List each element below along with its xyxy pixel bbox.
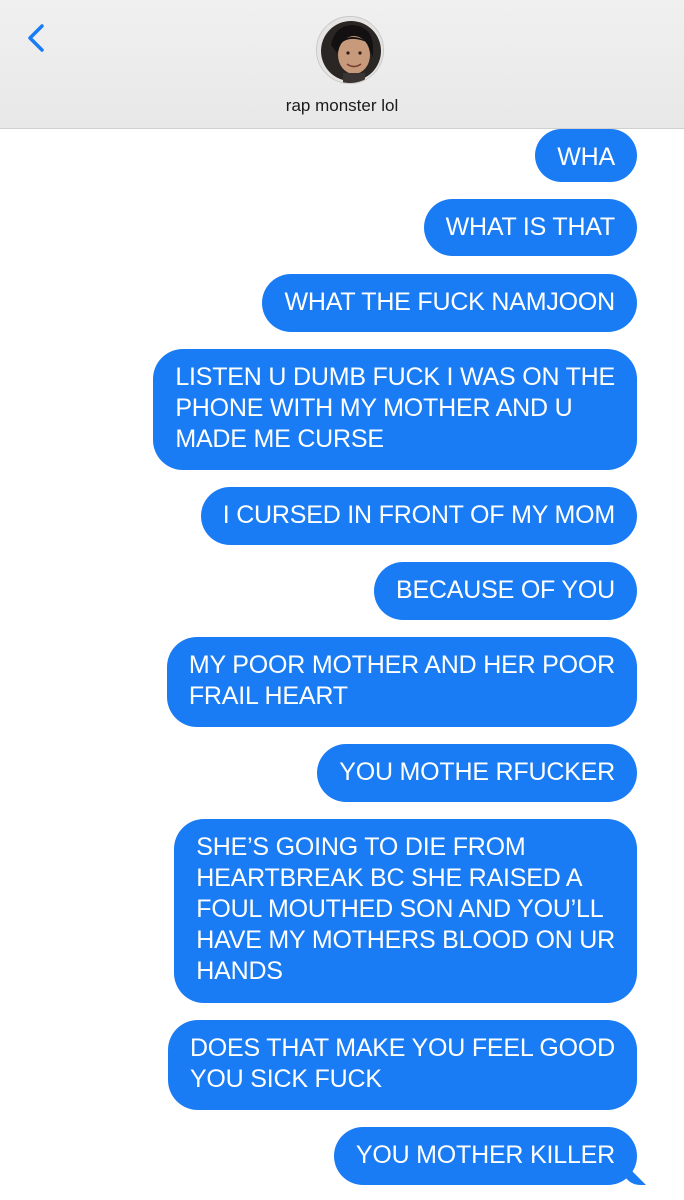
message-bubble[interactable]: LISTEN U DUMB FUCK I WAS ON THE PHONE WI…	[153, 349, 637, 470]
back-button[interactable]	[20, 16, 54, 60]
message-bubble[interactable]: DOES THAT MAKE YOU FEEL GOOD YOU SICK FU…	[167, 1020, 637, 1110]
message-bubble[interactable]: SHE’S GOING TO DIE FROM HEARTBREAK BC SH…	[174, 819, 637, 1003]
contact-name[interactable]: rap monster lol	[0, 96, 684, 116]
message-thread[interactable]: WHA WHAT IS THAT WHAT THE FUCK NAMJOON L…	[0, 129, 684, 1200]
chevron-left-icon	[28, 24, 44, 52]
message-bubble[interactable]: I CURSED IN FRONT OF MY MOM	[200, 487, 637, 545]
contact-avatar[interactable]	[316, 16, 384, 84]
message-bubble[interactable]: WHAT THE FUCK NAMJOON	[262, 274, 637, 332]
messages-screen: rap monster lol WHA WHAT IS THAT WHAT TH…	[0, 0, 684, 1200]
message-bubble[interactable]: WHAT IS THAT	[423, 199, 637, 256]
message-bubble[interactable]: WHA	[535, 129, 637, 182]
message-bubble[interactable]: BECAUSE OF YOU	[373, 562, 637, 620]
avatar-photo-icon	[317, 17, 383, 83]
message-bubble[interactable]: MY POOR MOTHER AND HER POOR FRAIL HEART	[166, 637, 637, 727]
conversation-header: rap monster lol	[0, 0, 684, 129]
message-bubble[interactable]: YOU MOTHE RFUCKER	[317, 744, 637, 802]
message-bubble[interactable]: YOU MOTHER KILLER	[333, 1127, 637, 1185]
